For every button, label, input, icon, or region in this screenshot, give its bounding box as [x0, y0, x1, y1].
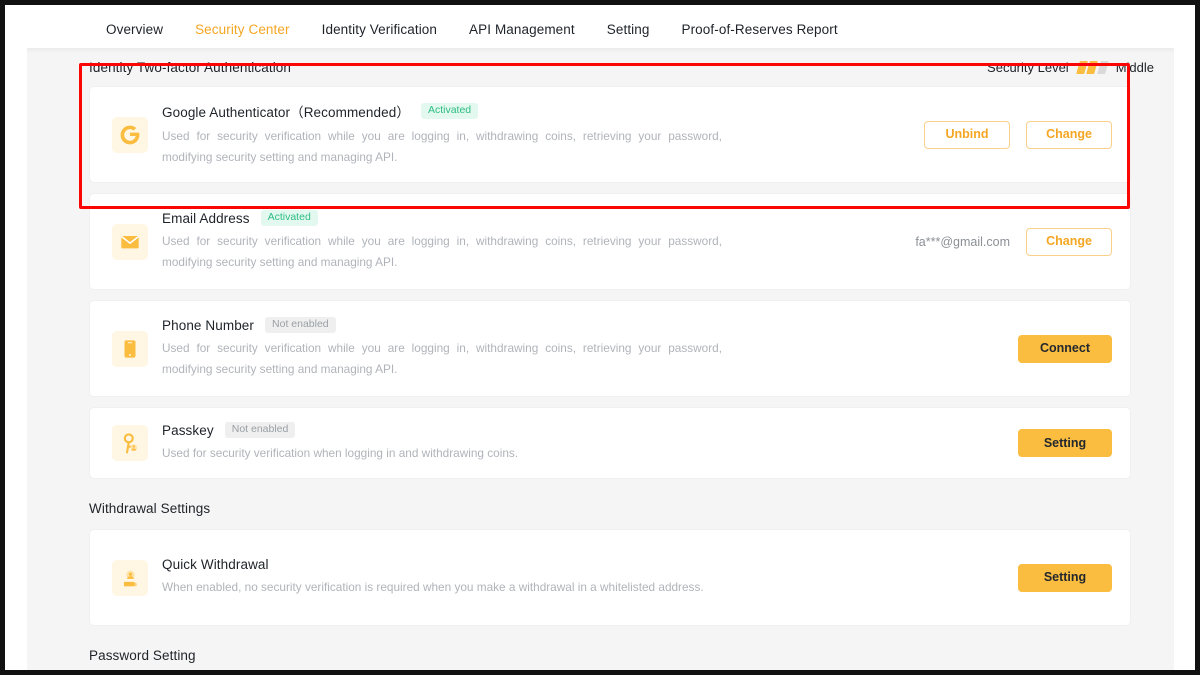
- security-item-body: Google Authenticator（Recommended） Activat…: [162, 101, 924, 168]
- security-item-title-line: Phone Number Not enabled: [162, 316, 1004, 334]
- status-badge: Not enabled: [224, 421, 296, 439]
- security-item-body: Passkey Not enabled Used for security veri…: [162, 421, 1018, 465]
- nav-tab-list: Overview Security Center Identity Verifica…: [90, 5, 854, 53]
- security-level-bar-2: [1086, 60, 1099, 74]
- security-item-card: Passkey Not enabled Used for security veri…: [89, 407, 1131, 479]
- security-item-title-line: Quick Withdrawal: [162, 557, 1004, 572]
- two-factor-section-title: Identity Two-factor Authentication: [89, 59, 292, 75]
- google-authenticator-icon: [112, 116, 148, 153]
- security-item-body: Phone Number Not enabled Used for security…: [162, 316, 1018, 381]
- security-item-description: When enabled, no security verification i…: [162, 580, 704, 594]
- withdrawal-card-list: Quick Withdrawal When enabled, no securit…: [27, 529, 1174, 626]
- app-viewport: Overview Security Center Identity Verifica…: [5, 5, 1195, 670]
- security-item-title-line: Passkey Not enabled: [162, 421, 1004, 439]
- security-item-card: Phone Number Not enabled Used for security…: [89, 300, 1131, 397]
- security-item-body: Email Address Activated Used for security …: [162, 209, 915, 274]
- security-item-body: Quick Withdrawal When enabled, no securit…: [162, 557, 1018, 598]
- security-item-title: Phone Number: [162, 317, 255, 333]
- security-item-card: Google Authenticator（Recommended） Activat…: [89, 86, 1131, 183]
- page-content: Identity Two-factor Authentication Secur…: [27, 48, 1174, 670]
- top-navigation-bar: Overview Security Center Identity Verifica…: [5, 5, 1195, 53]
- security-item-actions: Unbind Change: [924, 120, 1112, 149]
- connect-button[interactable]: Connect: [1018, 334, 1112, 363]
- unbind-button[interactable]: Unbind: [924, 120, 1010, 149]
- withdrawal-settings-title: Withdrawal Settings: [89, 501, 211, 516]
- nav-tab-overview[interactable]: Overview: [90, 5, 179, 53]
- security-item-title: Google Authenticator（Recommended）: [162, 105, 410, 121]
- nav-tab-proof-of-reserves-report[interactable]: Proof-of-Reserves Report: [665, 5, 853, 53]
- security-item-actions: Setting: [1018, 563, 1112, 592]
- security-item-title-line: Google Authenticator（Recommended） Activat…: [162, 101, 910, 121]
- security-item-actions: Connect: [1018, 334, 1112, 363]
- two-factor-section-header: Identity Two-factor Authentication Secur…: [27, 48, 1174, 86]
- security-item-title: Passkey: [162, 422, 214, 438]
- security-item-actions: Setting: [1018, 429, 1112, 457]
- nav-tab-api-management[interactable]: API Management: [453, 5, 591, 53]
- passkey-icon: [112, 425, 148, 461]
- security-item-title: Quick Withdrawal: [162, 557, 269, 572]
- security-item-description: Used for security verification while you…: [162, 341, 722, 377]
- status-badge: Activated: [420, 102, 479, 120]
- password-setting-title: Password Setting: [89, 648, 196, 663]
- nav-tab-security-center[interactable]: Security Center: [179, 5, 306, 53]
- security-level-label: Security Level: [987, 59, 1069, 75]
- change-button[interactable]: Change: [1026, 227, 1112, 256]
- security-item-actions: fa***@gmail.com Change: [915, 227, 1112, 256]
- email-icon: [112, 223, 148, 260]
- security-level-bar-3: [1096, 60, 1109, 74]
- security-level-bars: [1075, 60, 1109, 74]
- security-level-value: Middle: [1115, 59, 1154, 75]
- security-level-indicator: Security Level Middle: [987, 60, 1154, 75]
- two-factor-card-list: Google Authenticator（Recommended） Activat…: [27, 86, 1174, 479]
- security-item-title-line: Email Address Activated: [162, 209, 901, 227]
- security-item-title: Email Address: [162, 210, 250, 226]
- setting-button[interactable]: Setting: [1018, 563, 1112, 592]
- page-top-shadow: [27, 48, 1174, 53]
- security-item-description: Used for security verification while you…: [162, 129, 722, 164]
- status-badge: Not enabled: [265, 316, 336, 334]
- security-item-card: Email Address Activated Used for security …: [89, 193, 1131, 290]
- security-item-description: Used for security verification when logg…: [162, 446, 519, 461]
- phone-icon: [112, 330, 148, 367]
- security-item-card: Quick Withdrawal When enabled, no securit…: [89, 529, 1131, 626]
- setting-button[interactable]: Setting: [1018, 429, 1112, 457]
- nav-tab-identity-verification[interactable]: Identity Verification: [306, 5, 453, 53]
- status-badge: Activated: [260, 209, 318, 227]
- nav-tab-setting[interactable]: Setting: [591, 5, 666, 53]
- masked-value: fa***@gmail.com: [915, 234, 1010, 249]
- change-button[interactable]: Change: [1026, 120, 1112, 149]
- security-item-description: Used for security verification while you…: [162, 234, 722, 270]
- quick-withdrawal-icon: [112, 559, 148, 596]
